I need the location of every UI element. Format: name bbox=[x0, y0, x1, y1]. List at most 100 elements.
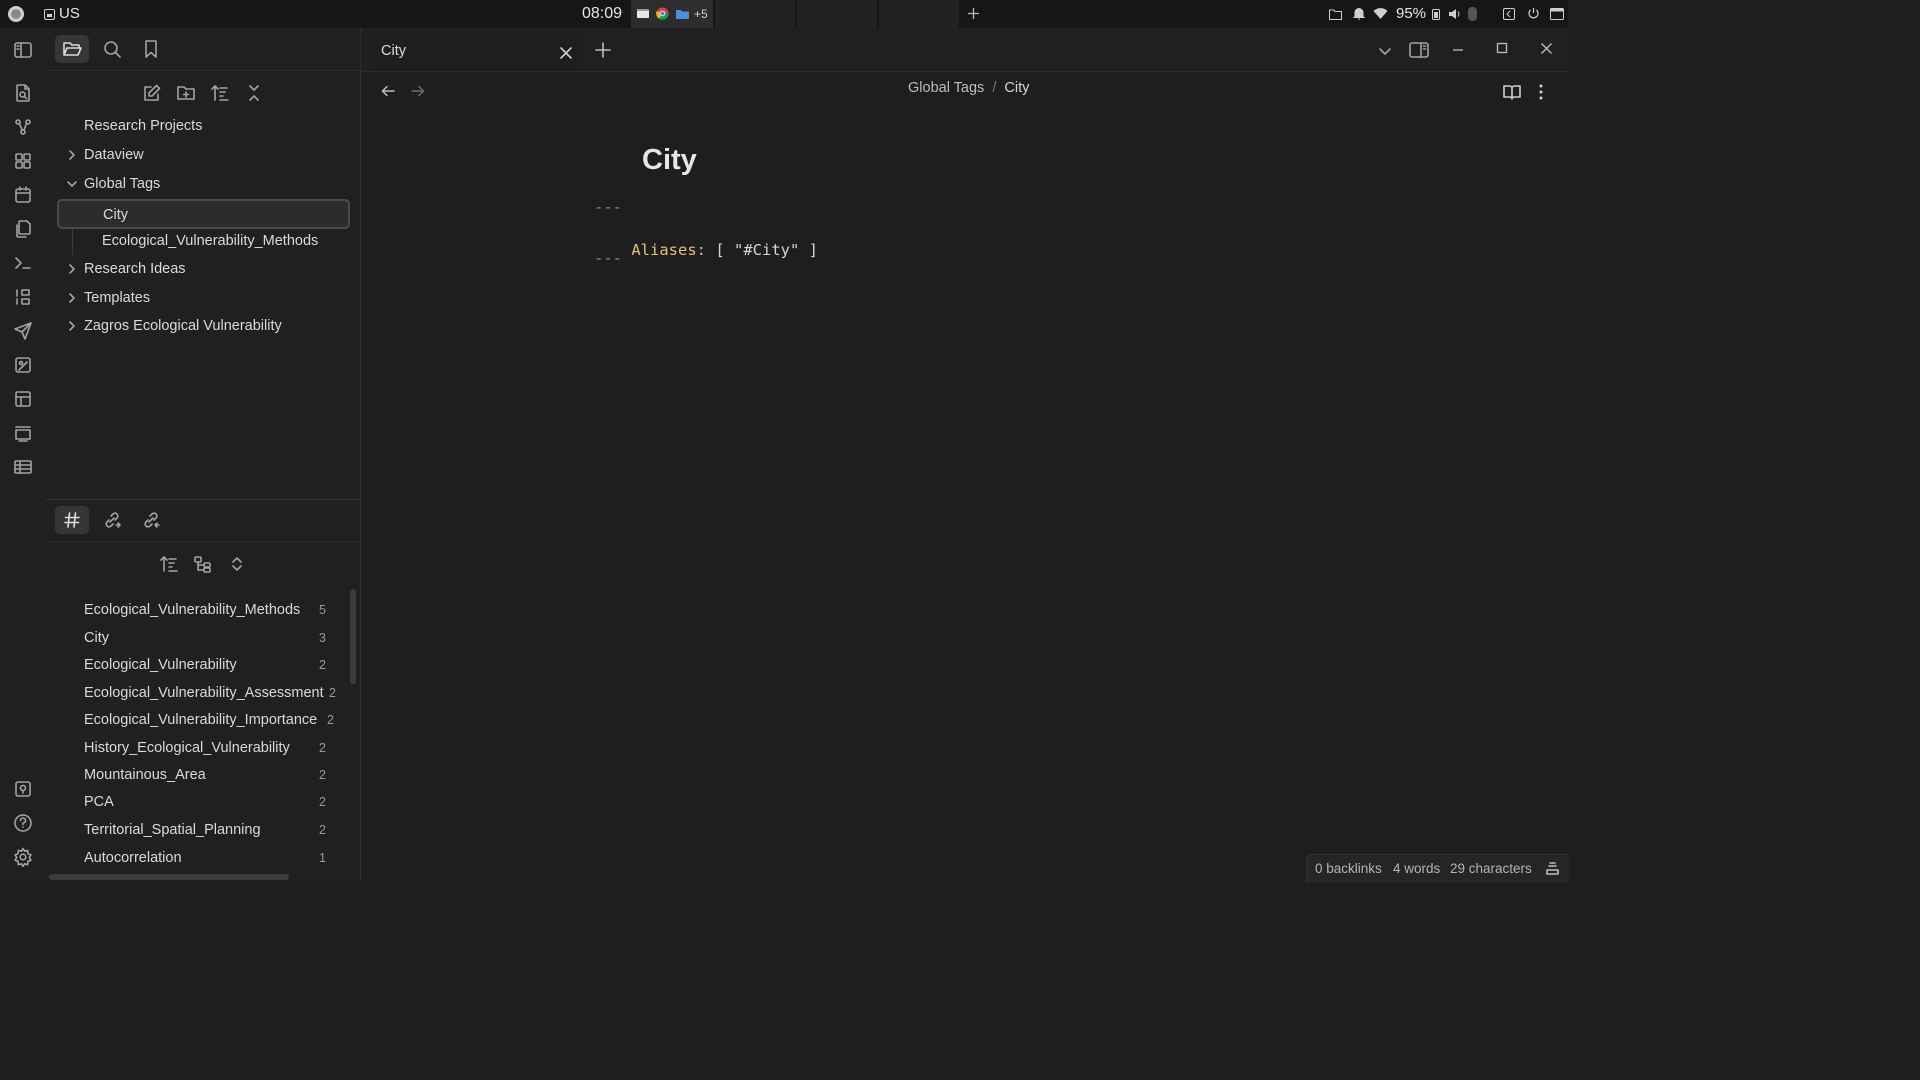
tree-folder-global-tags[interactable]: Global Tags bbox=[56, 171, 348, 197]
new-note-button[interactable] bbox=[135, 79, 169, 107]
tag-count: 2 bbox=[319, 823, 326, 837]
keyboard-layout[interactable]: US bbox=[59, 0, 80, 28]
window-maximize-icon[interactable] bbox=[1496, 42, 1508, 54]
battery-percentage[interactable]: 95% bbox=[1396, 0, 1426, 28]
tag-item[interactable]: Ecological_Vulnerability_Methods 5 bbox=[56, 597, 338, 623]
tag-count: 2 bbox=[319, 741, 326, 755]
tab-city[interactable]: City bbox=[371, 35, 583, 71]
tab-tags[interactable] bbox=[55, 506, 89, 534]
note-title[interactable]: City bbox=[642, 144, 697, 177]
tree-folder-dataview[interactable]: Dataview bbox=[56, 142, 348, 168]
tree-folder-zagros-ecological-vulnerability[interactable]: Zagros Ecological Vulnerability bbox=[56, 313, 348, 339]
canvas-icon[interactable] bbox=[11, 149, 35, 173]
tree-item-label: Ecological_Vulnerability_Methods bbox=[102, 233, 319, 249]
tag-name: Ecological_Vulnerability_Importance bbox=[84, 712, 318, 728]
tree-folder-templates[interactable]: Templates bbox=[56, 285, 348, 311]
change-sort-order-button[interactable] bbox=[203, 79, 237, 107]
navigate-forward-icon[interactable] bbox=[410, 83, 426, 99]
tag-item[interactable]: Autocorrelation 1 bbox=[56, 845, 338, 871]
sync-status-icon[interactable] bbox=[1545, 861, 1560, 876]
chevron-right-icon bbox=[69, 293, 75, 303]
tag-name: History_Ecological_Vulnerability bbox=[84, 740, 290, 756]
pane-divider[interactable] bbox=[46, 499, 360, 500]
dock-slot-2[interactable] bbox=[715, 0, 795, 28]
new-tab-icon[interactable] bbox=[595, 42, 611, 58]
tag-item[interactable]: Mountainous_Area 2 bbox=[56, 762, 338, 788]
sort-icon bbox=[160, 556, 178, 572]
breadcrumb-current[interactable]: City bbox=[1004, 80, 1029, 96]
tab-list-chevron-down-icon[interactable] bbox=[1377, 43, 1393, 59]
tag-item[interactable]: City 3 bbox=[56, 625, 338, 651]
show-desktop-icon[interactable] bbox=[1550, 8, 1564, 20]
vault-root-label[interactable]: Research Projects bbox=[56, 113, 348, 139]
tab-file-explorer[interactable] bbox=[55, 35, 89, 63]
tag-item[interactable]: Ecological_Vulnerability 2 bbox=[56, 652, 338, 678]
tray-folder-icon[interactable] bbox=[1329, 8, 1342, 20]
tab-search[interactable] bbox=[95, 35, 129, 63]
tag-item[interactable]: PCA 2 bbox=[56, 789, 338, 815]
help-icon[interactable] bbox=[11, 811, 35, 835]
dock-slot-4[interactable] bbox=[879, 0, 959, 28]
open-vault-icon[interactable] bbox=[11, 777, 35, 801]
bluetooth-icon[interactable] bbox=[1468, 7, 1477, 21]
breadcrumb-parent[interactable]: Global Tags bbox=[908, 80, 984, 96]
notification-bell-icon[interactable] bbox=[1353, 7, 1365, 20]
dock-group-active[interactable]: +5 bbox=[631, 0, 713, 28]
screenshot-tray-icon[interactable] bbox=[1503, 8, 1515, 20]
window-minimize-icon[interactable] bbox=[1451, 43, 1465, 57]
tags-expand-collapse-button[interactable] bbox=[220, 550, 254, 578]
toggle-left-sidebar-icon[interactable] bbox=[11, 38, 35, 62]
tree-file-ecological-vulnerability-methods[interactable]: Ecological_Vulnerability_Methods bbox=[56, 228, 348, 254]
backlinks-count[interactable]: 0 backlinks bbox=[1315, 861, 1382, 876]
table-icon[interactable] bbox=[11, 455, 35, 479]
reading-view-book-icon[interactable] bbox=[1502, 82, 1522, 102]
tags-tree-toggle-button[interactable] bbox=[186, 550, 220, 578]
new-folder-button[interactable] bbox=[169, 79, 203, 107]
window-close-icon[interactable] bbox=[1540, 42, 1553, 55]
tag-item[interactable]: Territorial_Spatial_Planning 2 bbox=[56, 817, 338, 843]
more-options-icon[interactable] bbox=[1536, 82, 1546, 102]
tags-sort-button[interactable] bbox=[152, 550, 186, 578]
tab-bookmarks[interactable] bbox=[134, 35, 168, 63]
system-clock[interactable]: 08:09 bbox=[582, 0, 622, 28]
tree-file-city[interactable]: City bbox=[57, 199, 350, 229]
wifi-icon[interactable] bbox=[1373, 8, 1388, 20]
navigate-back-icon[interactable] bbox=[380, 83, 396, 99]
kanban-icon[interactable] bbox=[11, 421, 35, 445]
frontmatter-close-delimiter[interactable]: --- bbox=[594, 249, 622, 267]
frontmatter-open-delimiter[interactable]: --- bbox=[594, 198, 622, 216]
settings-gear-icon[interactable] bbox=[11, 845, 35, 869]
tags-vertical-scrollbar[interactable] bbox=[350, 589, 356, 684]
folder-open-icon bbox=[63, 42, 82, 56]
publish-send-icon[interactable] bbox=[11, 319, 35, 343]
command-palette-icon[interactable] bbox=[11, 251, 35, 275]
dock-slot-3[interactable] bbox=[797, 0, 877, 28]
toggle-right-sidebar-icon[interactable] bbox=[1408, 40, 1430, 60]
tab-bar: City bbox=[361, 28, 1568, 72]
tag-item[interactable]: Ecological_Vulnerability_Importance 2 bbox=[56, 707, 338, 733]
tree-folder-research-ideas[interactable]: Research Ideas bbox=[56, 256, 348, 282]
tag-item[interactable]: Ecological_Vulnerability_Assessment 2 bbox=[56, 680, 338, 706]
tags-header-divider bbox=[46, 541, 360, 542]
new-folder-icon bbox=[177, 86, 195, 100]
tab-backlinks[interactable] bbox=[134, 506, 168, 534]
layout-icon[interactable] bbox=[11, 387, 35, 411]
excalidraw-icon[interactable] bbox=[11, 353, 35, 377]
close-tab-icon[interactable] bbox=[559, 46, 573, 60]
slides-icon[interactable] bbox=[11, 285, 35, 309]
tags-horizontal-scrollbar[interactable] bbox=[49, 874, 289, 880]
graph-view-icon[interactable] bbox=[11, 115, 35, 139]
volume-icon[interactable] bbox=[1448, 8, 1462, 20]
tag-item[interactable]: History_Ecological_Vulnerability 2 bbox=[56, 735, 338, 761]
daily-note-calendar-icon[interactable] bbox=[11, 183, 35, 207]
bookmark-icon bbox=[145, 40, 157, 58]
hashtag-icon bbox=[64, 512, 80, 528]
tab-outgoing-links[interactable] bbox=[95, 506, 129, 534]
dock-add-icon[interactable] bbox=[967, 7, 980, 20]
os-logo-icon[interactable] bbox=[7, 5, 25, 23]
open-quick-switcher-icon[interactable] bbox=[11, 81, 35, 105]
collapse-all-button[interactable] bbox=[237, 79, 271, 107]
templates-icon[interactable] bbox=[11, 217, 35, 241]
power-icon[interactable] bbox=[1527, 7, 1540, 20]
frontmatter-line[interactable]: Aliases: [ "#City" ] bbox=[594, 223, 818, 277]
